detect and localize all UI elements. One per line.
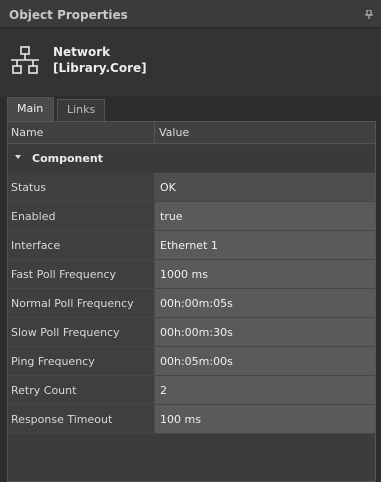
column-separator[interactable] — [154, 122, 155, 144]
property-grid: Name Value Component Status OK Enabled t… — [7, 121, 376, 482]
property-value[interactable]: 2 — [154, 376, 375, 404]
pin-icon[interactable] — [365, 10, 373, 19]
object-library: [Library.Core] — [53, 61, 147, 75]
property-name: Retry Count — [8, 376, 154, 404]
network-icon — [11, 46, 39, 74]
property-row-retry-count[interactable]: Retry Count 2 — [8, 376, 375, 405]
property-name: Normal Poll Frequency — [8, 289, 154, 317]
column-header-name[interactable]: Name — [11, 126, 43, 139]
property-name: Response Timeout — [8, 405, 154, 433]
panel-title: Object Properties — [9, 8, 128, 22]
property-value[interactable]: Ethernet 1 — [154, 231, 375, 259]
property-row-enabled[interactable]: Enabled true — [8, 202, 375, 231]
property-value[interactable]: true — [154, 202, 375, 230]
grid-header: Name Value — [8, 122, 375, 144]
tab-main[interactable]: Main — [7, 97, 54, 122]
property-row-fast-poll-frequency[interactable]: Fast Poll Frequency 1000 ms — [8, 260, 375, 289]
property-value[interactable]: 00h:00m:05s — [154, 289, 375, 317]
property-name: Status — [8, 173, 154, 201]
property-name: Interface — [8, 231, 154, 259]
category-component[interactable]: Component — [8, 145, 375, 172]
property-value[interactable]: OK — [154, 173, 375, 201]
property-row-interface[interactable]: Interface Ethernet 1 — [8, 231, 375, 260]
property-row-normal-poll-frequency[interactable]: Normal Poll Frequency 00h:00m:05s — [8, 289, 375, 318]
panel-titlebar: Object Properties — [0, 0, 381, 28]
property-row-response-timeout[interactable]: Response Timeout 100 ms — [8, 405, 375, 434]
chevron-down-icon[interactable] — [15, 155, 21, 159]
property-row-ping-frequency[interactable]: Ping Frequency 00h:05m:00s — [8, 347, 375, 376]
property-row-slow-poll-frequency[interactable]: Slow Poll Frequency 00h:00m:30s — [8, 318, 375, 347]
category-label: Component — [32, 152, 103, 165]
property-name: Slow Poll Frequency — [8, 318, 154, 346]
property-name: Fast Poll Frequency — [8, 260, 154, 288]
property-rows: Status OK Enabled true Interface Etherne… — [8, 173, 375, 434]
property-value[interactable]: 00h:05m:00s — [154, 347, 375, 375]
property-name: Ping Frequency — [8, 347, 154, 375]
property-row-status[interactable]: Status OK — [8, 173, 375, 202]
property-value[interactable]: 00h:00m:30s — [154, 318, 375, 346]
object-name: Network — [53, 45, 111, 59]
property-value[interactable]: 100 ms — [154, 405, 375, 433]
property-value[interactable]: 1000 ms — [154, 260, 375, 288]
tab-links[interactable]: Links — [57, 99, 105, 121]
column-header-value[interactable]: Value — [159, 126, 189, 139]
object-header: Network [Library.Core] — [0, 29, 381, 96]
property-name: Enabled — [8, 202, 154, 230]
